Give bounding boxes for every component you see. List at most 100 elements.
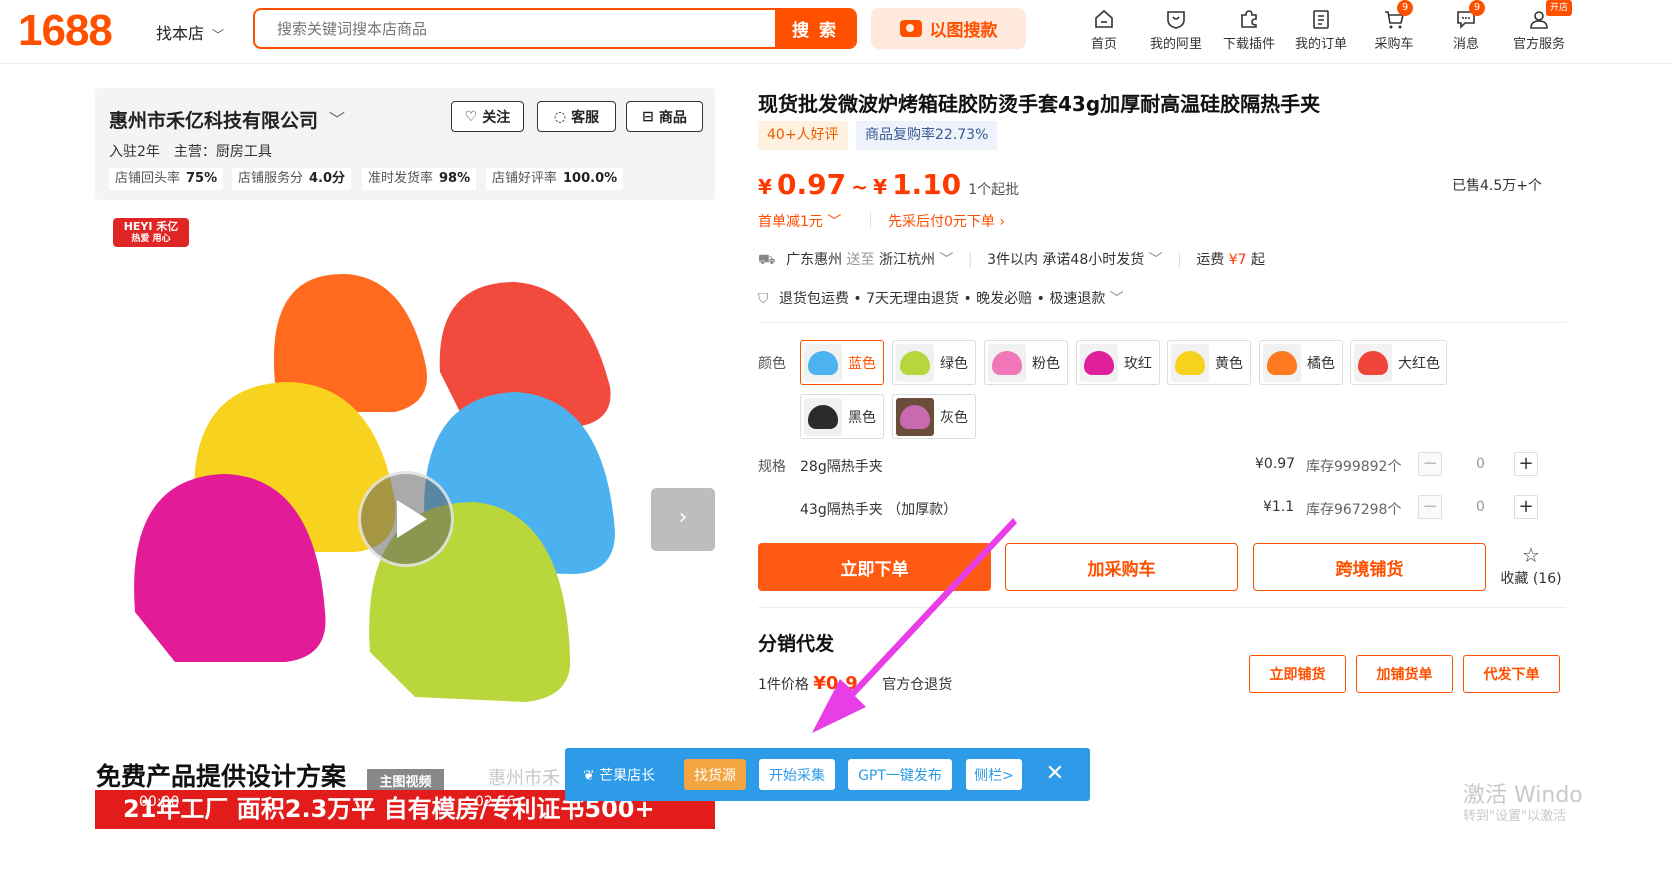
color-option[interactable]: 大红色 [1350,340,1447,385]
color-option[interactable]: 蓝色 [800,340,884,385]
stat-label: 准时发货率 [368,171,434,186]
price-low: 0.97 [777,168,847,201]
color-option[interactable]: 橘色 [1259,340,1343,385]
swatch-green [900,350,930,375]
swatch-image [804,397,842,436]
swatch-blue [808,350,838,375]
add-list-button[interactable]: 加铺货单 [1356,655,1453,693]
image-search-button[interactable]: 以图搜款 [871,8,1026,49]
color-name: 黑色 [848,409,876,426]
pay-later-promo[interactable]: 先采后付0元下单 › [888,211,1005,231]
collect-button[interactable]: ☆ 收藏 (16) [1500,545,1562,588]
increment-button[interactable]: + [1514,495,1538,519]
puzzle-icon [1241,10,1257,28]
decrement-button[interactable]: − [1418,495,1442,519]
nav-my-orders[interactable]: 我的订单 [1288,4,1354,58]
swatch-image [988,343,1026,382]
chevron-down-icon: ﹀ [939,252,954,268]
distribution-price: 1件价格 ¥0.9 官方仓退货 [758,673,952,694]
collect-label: 收藏 (16) [1500,571,1562,587]
chevron-down-icon: ﹀ [827,214,842,230]
color-option[interactable]: 黑色 [800,394,884,439]
quantity-input[interactable]: 0 [1476,499,1485,515]
site-logo[interactable]: 1688 [18,6,113,56]
swatch-image [1263,343,1301,382]
swatch-gray [900,404,930,429]
nav-my-orders-label: 我的订单 [1294,37,1347,52]
color-option[interactable]: 粉色 [984,340,1068,385]
color-option[interactable]: 绿色 [892,340,976,385]
top-bar: 1688 找本店 ﹀ 搜 索 以图搜款 首页 我的阿里 下载插件 我的订单 9 采… [0,0,1672,64]
brand-logo: HEYI 禾亿 热爱 用心 [113,218,189,247]
list-now-button[interactable]: 立即铺货 [1249,655,1346,693]
find-source-button[interactable]: 找货源 [684,759,746,790]
ship-to-selector[interactable]: 浙江杭州 ﹀ [879,252,953,268]
quantity-input[interactable]: 0 [1476,456,1485,472]
increment-button[interactable]: + [1514,452,1538,476]
swatch-image [1171,343,1209,382]
stat-label: 店铺服务分 [238,171,304,186]
swatch-rose [1084,350,1114,375]
price-tilde: ~ [851,175,868,199]
chevron-right-icon: › [678,505,688,530]
nav-my-ali[interactable]: 我的阿里 [1143,4,1209,58]
shop-goods-label: 商品 [658,109,687,126]
nav-messages-label: 消息 [1452,37,1479,52]
search-scope-selector[interactable]: 找本店 ﹀ [156,20,224,44]
shipping-row: ⛟ 广东惠州 送至 浙江杭州 ﹀ | 3件以内 承诺48小时发货 ﹀ | 运费 … [758,252,1266,268]
start-collect-button[interactable]: 开始采集 [759,759,835,790]
chevron-down-icon[interactable]: ﹀ [329,106,345,130]
color-name: 蓝色 [848,355,876,372]
play-icon[interactable] [358,471,454,567]
next-image-button[interactable]: › [651,488,715,551]
ship-to-word: 送至 [846,252,875,268]
decrement-button[interactable]: − [1418,452,1442,476]
swatch-yellow [1175,350,1205,375]
customer-service-button[interactable]: ◌ 客服 [537,101,616,132]
gpt-publish-button[interactable]: GPT一键发布 [848,759,952,790]
nav-download-plugin-label: 下载插件 [1222,37,1275,52]
guarantee-text: 退货包运费 • 7天无理由退货 • 晚发必赔 • 极速退款 [778,291,1106,307]
color-option[interactable]: 黄色 [1167,340,1251,385]
reviews-tag[interactable]: 40+人好评 [758,121,848,150]
shop-name[interactable]: 惠州市禾亿科技有限公司 [109,106,318,133]
nav-official-service[interactable]: 开店 官方服务 [1506,0,1572,58]
follow-button[interactable]: ♡ 关注 [451,101,524,132]
spec-stock: 库存999892个 [1306,459,1402,475]
nav-official-service-label: 官方服务 [1512,37,1565,52]
nav-messages[interactable]: 9 消息 [1433,0,1499,58]
cart-badge: 9 [1397,0,1413,16]
ship-from: 广东惠州 [786,252,843,268]
color-option[interactable]: 玫红 [1076,340,1160,385]
ship-promise[interactable]: 3件以内 承诺48小时发货 [987,252,1144,268]
color-name: 橘色 [1307,355,1335,372]
search-box: 搜 索 [253,8,857,49]
dropship-order-button[interactable]: 代发下单 [1463,655,1560,693]
search-scope-label: 找本店 [156,24,205,43]
nav-home[interactable]: 首页 [1071,4,1137,58]
chat-icon: ◌ [553,108,567,125]
cross-border-button[interactable]: 跨境铺货 [1253,543,1486,591]
first-order-promo[interactable]: 首单减1元 ﹀ [758,211,841,231]
search-input[interactable] [255,10,775,47]
add-cart-button[interactable]: 加采购车 [1005,543,1238,591]
shop-stat: 店铺服务分 4.0分 [232,168,352,190]
nav-cart[interactable]: 9 采购车 [1361,0,1427,58]
color-option[interactable]: 灰色 [892,394,976,439]
shop-goods-button[interactable]: ⊟ 商品 [626,101,703,132]
search-button[interactable]: 搜 索 [775,10,855,47]
nav-my-ali-label: 我的阿里 [1149,37,1202,52]
guarantee-row[interactable]: ⛉ 退货包运费 • 7天无理由退货 • 晚发必赔 • 极速退款 ﹀ [758,288,1124,308]
brand-logo-text: HEYI 禾亿 [123,220,179,233]
first-order-promo-label: 首单减1元 [758,214,823,230]
nav-download-plugin[interactable]: 下载插件 [1216,4,1282,58]
shop-stat: 店铺好评率 100.0% [486,168,624,190]
close-icon[interactable]: ✕ [1043,761,1067,786]
sidebar-button[interactable]: 侧栏> [966,759,1022,790]
mango-icon: ❦ [583,768,595,784]
spec-row: 43g隔热手夹 （加厚款） ¥1.1 库存967298个 − 0 + [800,493,1550,523]
buy-now-button[interactable]: 立即下单 [758,543,991,591]
shop-main-business: 主营：厨房工具 [173,144,272,160]
mango-plugin-bar: ❦ 芒果店长 找货源 开始采集 GPT一键发布 侧栏> ✕ [565,748,1090,801]
video-total-time: 02:56 [475,794,516,810]
